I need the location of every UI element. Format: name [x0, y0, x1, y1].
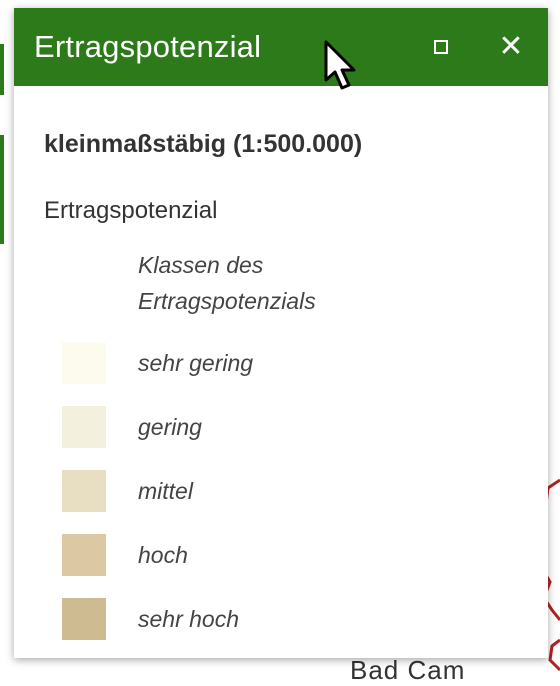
- legend-item: sehr gering: [44, 331, 548, 395]
- legend-item: mittel: [44, 459, 548, 523]
- close-button[interactable]: ✕: [496, 32, 526, 62]
- window-titlebar[interactable]: Ertragspotenzial ✕: [14, 8, 548, 86]
- legend-window: Ertragspotenzial ✕ kleinmaßstäbig (1:500…: [14, 8, 548, 658]
- legend-class-title: Klassen des Ertragspotenzials: [138, 252, 316, 314]
- scale-heading: kleinmaßstäbig (1:500.000): [44, 130, 363, 158]
- layer-name: Ertragspotenzial: [44, 197, 218, 224]
- mouse-cursor-icon: [324, 40, 356, 90]
- legend-item: hoch: [44, 523, 548, 587]
- maximize-icon: [434, 40, 448, 54]
- close-icon: ✕: [498, 30, 524, 63]
- legend-label: gering: [138, 413, 202, 440]
- map-background-edge: [0, 44, 4, 244]
- legend-label: mittel: [138, 477, 193, 504]
- window-title: Ertragspotenzial: [34, 29, 262, 64]
- legend-swatch: [62, 534, 106, 576]
- legend-item: gering: [44, 395, 548, 459]
- legend-list: sehr gering gering mittel hoch sehr hoch: [44, 331, 548, 651]
- legend-label: sehr gering: [138, 349, 254, 376]
- maximize-button[interactable]: [426, 32, 456, 62]
- legend-label: hoch: [138, 541, 188, 568]
- legend-label: sehr hoch: [138, 605, 240, 632]
- legend-item: sehr hoch: [44, 587, 548, 651]
- legend-content: kleinmaßstäbig (1:500.000) Ertragspotenz…: [14, 130, 548, 651]
- legend-swatch: [62, 342, 106, 384]
- legend-swatch: [62, 470, 106, 512]
- map-background-gap: [0, 95, 4, 135]
- legend-swatch: [62, 406, 106, 448]
- legend-swatch: [62, 598, 106, 640]
- map-place-label: Bad Cam: [350, 655, 466, 685]
